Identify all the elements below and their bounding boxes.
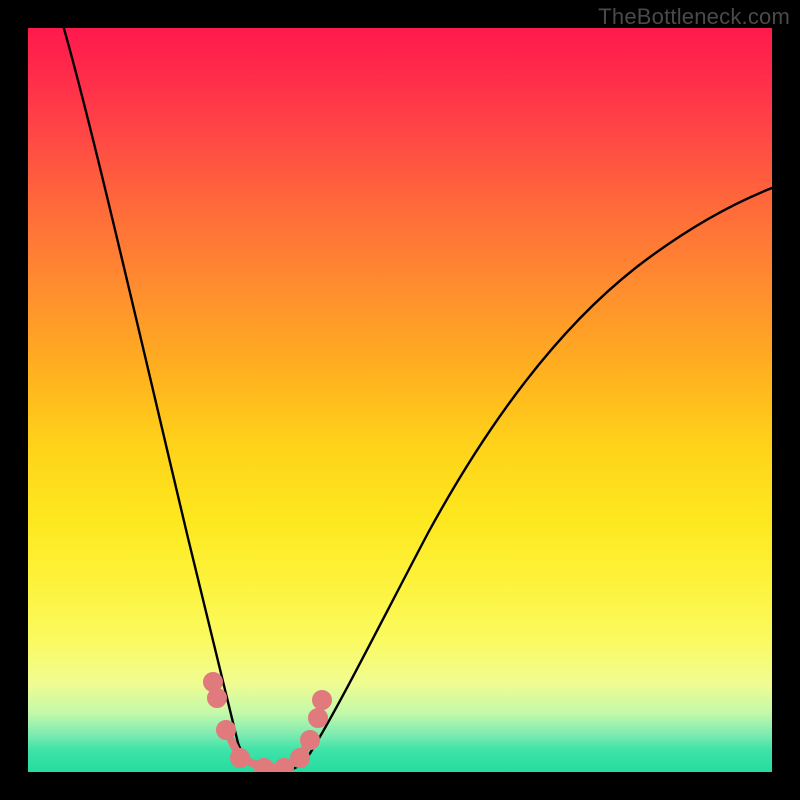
- chart-frame: TheBottleneck.com: [0, 0, 800, 800]
- bottleneck-curve: [58, 28, 772, 772]
- watermark-text: TheBottleneck.com: [598, 4, 790, 30]
- curve-layer: [28, 28, 772, 772]
- plot-area: [28, 28, 772, 772]
